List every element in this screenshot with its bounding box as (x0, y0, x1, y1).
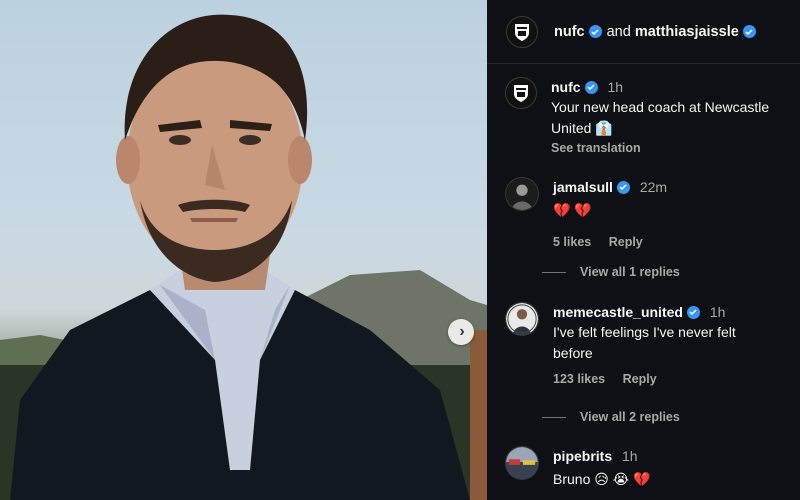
newcastle-crest-icon (514, 85, 528, 102)
comments-panel: nufc and matthiasjaissle nufc 1h Your ne… (487, 0, 800, 500)
comment-body: jamalsull 22m 💔 💔 5 likes Reply (553, 177, 667, 249)
comment-likes[interactable]: 5 likes (553, 235, 591, 249)
user-avatar-image (506, 447, 538, 479)
caption-body: nufc 1h Your new head coach at Newcastle… (551, 77, 796, 155)
caption-avatar[interactable] (505, 77, 537, 109)
comment-avatar[interactable] (505, 446, 539, 480)
see-translation-link[interactable]: See translation (551, 141, 796, 155)
comment-reply-button[interactable]: Reply (609, 235, 643, 249)
comment-body: memecastle_united 1h I've felt feelings … (553, 302, 768, 386)
comment-text: Bruno 😥 😭 💔 (553, 471, 651, 487)
replies-divider (542, 271, 566, 273)
comment-meta: 123 likes Reply (553, 372, 768, 386)
post-caption: nufc 1h Your new head coach at Newcastle… (505, 77, 795, 155)
comment-text: 💔 💔 (553, 202, 592, 218)
comment-item: pipebrits 1h Bruno 😥 😭 💔 (505, 446, 795, 490)
chevron-right-icon: › (459, 323, 465, 340)
caption-username[interactable]: nufc (551, 77, 598, 97)
comment-time: 1h (622, 448, 638, 464)
caption-time: 1h (607, 79, 624, 95)
user-avatar-image (506, 303, 538, 335)
comment-meta: 5 likes Reply (553, 235, 667, 249)
coauthor-username[interactable]: matthiasjaissle (635, 24, 739, 40)
verified-badge-icon (588, 25, 602, 38)
caption-text: Your new head coach at Newcastle United … (551, 99, 770, 136)
newcastle-crest-icon (515, 23, 529, 41)
view-replies-button[interactable]: View all 1 replies (542, 265, 680, 279)
comment-item: jamalsull 22m 💔 💔 5 likes Reply (505, 177, 795, 249)
post-authors: nufc and matthiasjaissle (554, 24, 756, 40)
caption-username-text[interactable]: nufc (551, 77, 581, 97)
next-image-button[interactable]: › (448, 319, 474, 345)
comment-username-text[interactable]: pipebrits (553, 446, 612, 466)
comment-avatar[interactable] (505, 302, 539, 336)
view-replies-label[interactable]: View all 1 replies (580, 265, 680, 279)
comment-time: 22m (639, 179, 668, 195)
portrait-illustration (0, 14, 487, 500)
view-replies-button[interactable]: View all 2 replies (542, 410, 680, 424)
author-username[interactable]: nufc (554, 24, 585, 40)
comment-text: I've felt feelings I've never felt befor… (553, 324, 736, 361)
replies-divider (542, 416, 566, 418)
verified-badge-icon (742, 25, 756, 38)
comment-time: 1h (709, 304, 726, 320)
comment-username-text[interactable]: jamalsull (553, 177, 613, 197)
view-replies-label[interactable]: View all 2 replies (580, 410, 680, 424)
coauthor-joiner: and (606, 23, 631, 40)
author-avatar[interactable] (506, 15, 538, 48)
comment-avatar[interactable] (505, 177, 539, 211)
comment-item: memecastle_united 1h I've felt feelings … (505, 302, 795, 386)
verified-badge-icon (584, 80, 598, 94)
comment-username[interactable]: pipebrits (553, 446, 612, 466)
post-viewer: › nufc and matthiasjaissle nufc 1h Your … (0, 0, 800, 500)
comment-username[interactable]: memecastle_united (553, 302, 700, 322)
comment-body: pipebrits 1h Bruno 😥 😭 💔 (553, 446, 650, 490)
comment-likes[interactable]: 123 likes (553, 372, 605, 386)
verified-badge-icon (686, 305, 700, 319)
comment-reply-button[interactable]: Reply (623, 372, 657, 386)
post-photo[interactable]: › (0, 0, 487, 500)
user-avatar-image (506, 178, 538, 210)
post-header: nufc and matthiasjaissle (487, 0, 800, 64)
comment-username[interactable]: jamalsull (553, 177, 630, 197)
verified-badge-icon (616, 180, 630, 194)
comment-username-text[interactable]: memecastle_united (553, 302, 683, 322)
